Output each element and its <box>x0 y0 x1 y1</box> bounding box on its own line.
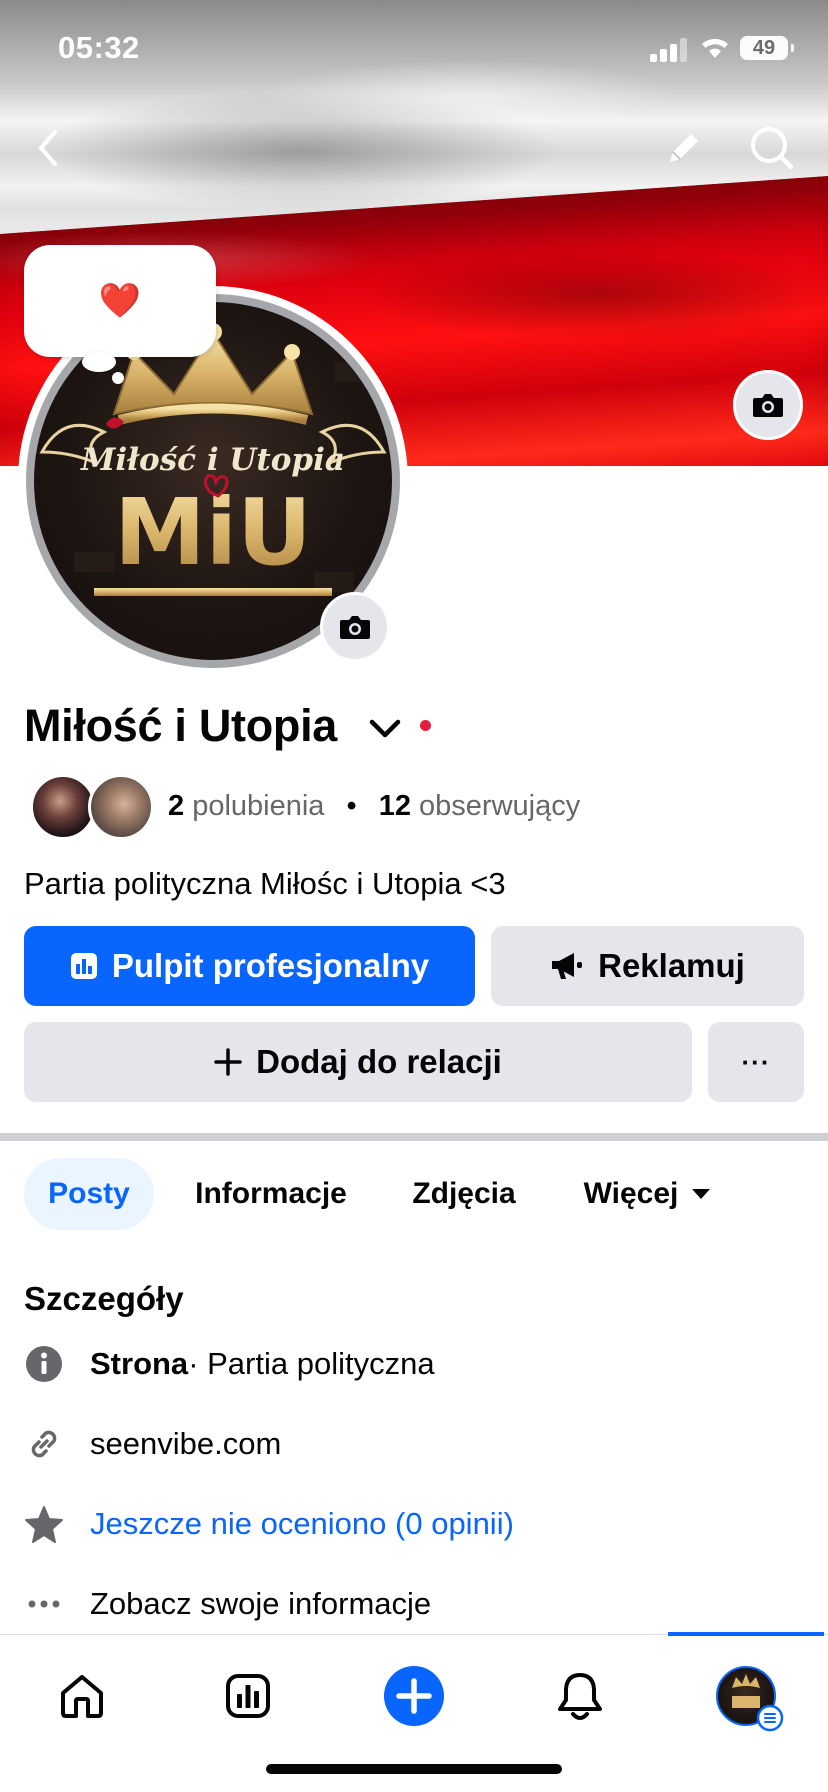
menu-badge-icon <box>756 1704 784 1732</box>
page-stats[interactable]: 2 polubienia • 12 obserwujący <box>168 790 580 823</box>
nav-create[interactable] <box>374 1656 454 1736</box>
page-title: Miłość i Utopia <box>24 700 338 751</box>
wifi-icon <box>702 38 728 58</box>
nav-notifications[interactable] <box>540 1656 620 1736</box>
note-bubble-tail-dot <box>112 372 124 384</box>
more-options-button[interactable]: ··· <box>708 1022 804 1102</box>
camera-icon <box>340 616 370 639</box>
detail-page-type: Strona · Partia polityczna <box>24 1339 435 1389</box>
edit-cover-photo-button[interactable] <box>733 370 803 440</box>
heart-emoji: ❤️ <box>98 282 142 320</box>
details-heading: Szczegóły <box>24 1280 184 1317</box>
star-icon <box>25 1506 63 1543</box>
bar-chart-icon <box>70 953 97 979</box>
nav-home[interactable] <box>42 1656 122 1736</box>
friends-avatars[interactable] <box>30 774 154 840</box>
tab-label: Więcej <box>583 1177 679 1210</box>
nav-insights[interactable] <box>208 1656 288 1736</box>
edit-button[interactable] <box>654 118 714 178</box>
likes-count: 2 <box>168 790 185 822</box>
flag-fold-shadow <box>360 250 828 340</box>
advertise-button[interactable]: Reklamuj <box>491 926 804 1006</box>
avatar <box>30 774 96 840</box>
status-time: 05:32 <box>58 30 140 65</box>
cellular-signal-icon <box>650 38 690 62</box>
tab-posts[interactable]: Posty <box>24 1158 154 1230</box>
camera-icon <box>753 394 783 417</box>
insights-icon <box>226 1674 270 1718</box>
notification-dot <box>420 720 431 731</box>
tab-photos[interactable]: Zdjęcia <box>392 1158 536 1230</box>
detail-website[interactable]: seenvibe.com <box>24 1419 281 1469</box>
bell-icon <box>558 1673 602 1720</box>
section-divider <box>0 1133 828 1141</box>
home-icon <box>61 1675 103 1718</box>
nav-profile[interactable] <box>706 1656 786 1736</box>
page-category: · Partia polityczna <box>188 1346 435 1381</box>
chevron-down-icon <box>369 719 401 738</box>
followers-count: 12 <box>378 790 411 822</box>
avatar <box>88 774 154 840</box>
chevron-left-icon <box>39 130 57 166</box>
add-to-story-button[interactable]: Dodaj do relacji <box>24 1022 692 1102</box>
edit-profile-picture-button[interactable] <box>320 592 390 662</box>
likes-label: polubienia <box>192 790 325 822</box>
switch-profile-button[interactable] <box>366 714 404 744</box>
page-bio: Partia polityczna Miłośc i Utopia <3 <box>24 866 506 901</box>
logo-tagline: Miłość i Utopia <box>80 442 345 478</box>
detail-see-info[interactable]: Zobacz swoje informacje <box>24 1579 431 1629</box>
detail-rating[interactable]: Jeszcze nie oceniono (0 opinii) <box>24 1499 514 1549</box>
status-bar: 05:32 49 <box>0 0 828 100</box>
link-icon <box>31 1430 57 1458</box>
website-link: seenvibe.com <box>90 1426 282 1461</box>
ellipsis-icon <box>28 1600 60 1608</box>
advertise-label: Reklamuj <box>598 947 745 984</box>
caret-down-icon <box>692 1189 711 1199</box>
search-icon <box>751 127 794 170</box>
pencil-icon <box>670 134 698 162</box>
plus-icon <box>214 1048 242 1076</box>
tab-about[interactable]: Informacje <box>178 1158 364 1230</box>
tab-label: Posty <box>48 1177 130 1210</box>
tab-label: Informacje <box>195 1177 347 1210</box>
info-icon <box>26 1346 62 1382</box>
see-info-label: Zobacz swoje informacje <box>90 1586 432 1621</box>
battery-indicator: 49 <box>740 36 794 60</box>
tab-more[interactable]: Więcej <box>568 1158 728 1230</box>
tab-label: Zdjęcia <box>412 1177 516 1210</box>
professional-dashboard-label: Pulpit profesjonalny <box>111 947 430 984</box>
followers-label: obserwujący <box>419 790 581 822</box>
active-tab-indicator <box>668 1632 824 1636</box>
back-button[interactable] <box>18 118 78 178</box>
profile-note-bubble[interactable]: ❤️ <box>24 245 216 357</box>
rating-link: Jeszcze nie oceniono (0 opinii) <box>90 1506 514 1541</box>
ellipsis-icon: ··· <box>741 1046 771 1077</box>
add-to-story-label: Dodaj do relacji <box>256 1043 502 1080</box>
note-bubble-tail <box>82 352 116 372</box>
stats-separator: • <box>346 790 357 822</box>
professional-dashboard-button[interactable]: Pulpit profesjonalny <box>24 926 475 1006</box>
plus-circle-icon <box>384 1666 444 1726</box>
home-indicator <box>266 1764 562 1774</box>
search-button[interactable] <box>742 118 802 178</box>
megaphone-icon <box>552 953 583 979</box>
page-type-label: Strona <box>90 1346 189 1381</box>
